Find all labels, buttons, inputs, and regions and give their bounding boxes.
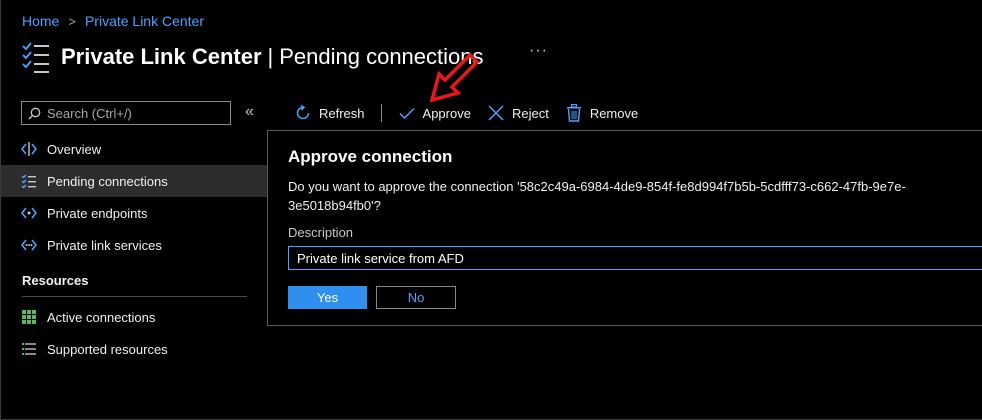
page-title: Private Link Center | Pending connections (61, 44, 484, 70)
checkmark-icon (398, 104, 416, 122)
search-icon (28, 107, 41, 119)
remove-label: Remove (589, 105, 639, 121)
reject-button[interactable]: Reject (487, 104, 549, 122)
sidebar-section-resources: Resources (22, 271, 247, 297)
page-header: Private Link Center | Pending connections (21, 40, 484, 74)
sidebar-item-label: Supported resources (47, 341, 168, 357)
refresh-label: Refresh (319, 105, 365, 121)
endpoint-icon (21, 205, 37, 221)
sidebar-item-label: Active connections (47, 309, 156, 325)
breadcrumb-current[interactable]: Private Link Center (85, 13, 204, 29)
grid-icon (21, 309, 37, 325)
list-icon (21, 341, 37, 357)
breadcrumb-home[interactable]: Home (22, 13, 59, 29)
pending-icon (21, 173, 37, 189)
sidebar-item-supported-resources[interactable]: Supported resources (1, 333, 267, 365)
breadcrumb: Home > Private Link Center (22, 13, 204, 29)
sidebar-item-pending-connections[interactable]: Pending connections (1, 165, 267, 197)
trash-icon (565, 104, 583, 122)
description-label: Description (288, 225, 354, 240)
sidebar-item-private-link-services[interactable]: Private link services (1, 229, 267, 261)
breadcrumb-separator: > (68, 13, 76, 29)
more-options-button[interactable]: ··· (529, 42, 548, 60)
checklist-icon (22, 42, 49, 73)
overview-icon (21, 141, 37, 157)
close-icon (487, 104, 505, 122)
sidebar-item-label: Private link services (47, 237, 162, 253)
refresh-icon (294, 104, 312, 122)
yes-button[interactable]: Yes (288, 286, 367, 309)
search-box[interactable] (21, 101, 231, 125)
sidebar-item-label: Overview (47, 141, 102, 157)
annotation-arrow-icon (429, 52, 480, 103)
toolbar-divider (380, 104, 382, 122)
approve-button[interactable]: Approve (398, 104, 471, 122)
sidebar-item-label: Pending connections (47, 173, 168, 189)
sidebar-item-active-connections[interactable]: Active connections (1, 301, 267, 333)
link-service-icon (21, 237, 37, 253)
remove-button[interactable]: Remove (565, 104, 638, 122)
collapse-sidebar-button[interactable]: « (245, 103, 254, 121)
reject-label: Reject (511, 105, 549, 121)
sidebar: Overview Pending connections Private end… (1, 133, 267, 365)
dialog-message: Do you want to approve the connection '5… (288, 179, 906, 213)
refresh-button[interactable]: Refresh (294, 104, 365, 122)
sidebar-item-label: Private endpoints (47, 205, 148, 221)
search-input[interactable] (47, 105, 217, 121)
description-input[interactable] (288, 246, 982, 270)
title-pipe: | (267, 44, 274, 69)
approve-connection-dialog: Approve connection Do you want to approv… (267, 130, 982, 326)
sidebar-item-private-endpoints[interactable]: Private endpoints (1, 197, 267, 229)
dialog-title: Approve connection (288, 147, 453, 166)
sidebar-item-overview[interactable]: Overview (1, 133, 267, 165)
no-button[interactable]: No (376, 286, 456, 309)
page-title-main: Private Link Center (61, 44, 262, 69)
approve-label: Approve (422, 105, 471, 121)
